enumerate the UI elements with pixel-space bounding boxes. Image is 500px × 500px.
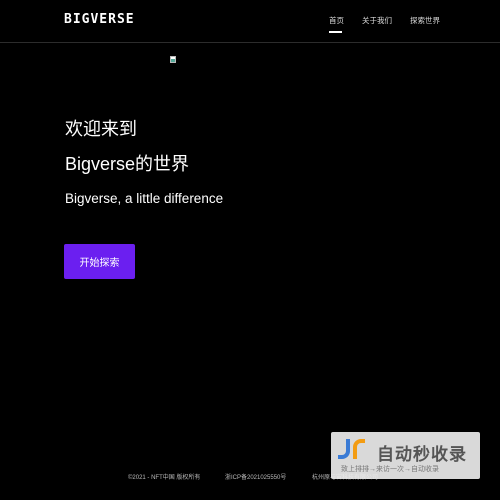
nav-active-indicator	[329, 31, 342, 33]
nav-item-home[interactable]: 首页	[329, 15, 344, 26]
nav-item-about[interactable]: 关于我们	[362, 15, 392, 26]
hero-heading-line1: 欢迎来到	[65, 119, 137, 139]
start-explore-button[interactable]: 开始探索	[64, 244, 135, 279]
site-logo[interactable]: BIGVERSE	[64, 12, 135, 27]
watermark-logo-icon	[336, 437, 376, 463]
hero-heading-line2: Bigverse的世界	[65, 154, 190, 174]
watermark-title: 自动秒收录	[377, 445, 467, 464]
footer-icp-link[interactable]: 浙ICP备2021025550号	[225, 472, 286, 481]
nav-item-explore[interactable]: 探索世界	[410, 15, 440, 26]
watermark-badge: 自动秒收录 致上排排→来访一次→自动收录	[331, 432, 480, 479]
footer-copyright: ©2021 - NFT中国 版权所有	[128, 475, 201, 481]
watermark-subtitle: 致上排排→来访一次→自动收录	[341, 466, 439, 473]
top-navbar: BIGVERSE 首页 关于我们 探索世界	[0, 0, 500, 43]
hero-subtitle: Bigverse, a little difference	[65, 191, 224, 206]
broken-image-icon	[170, 56, 177, 64]
